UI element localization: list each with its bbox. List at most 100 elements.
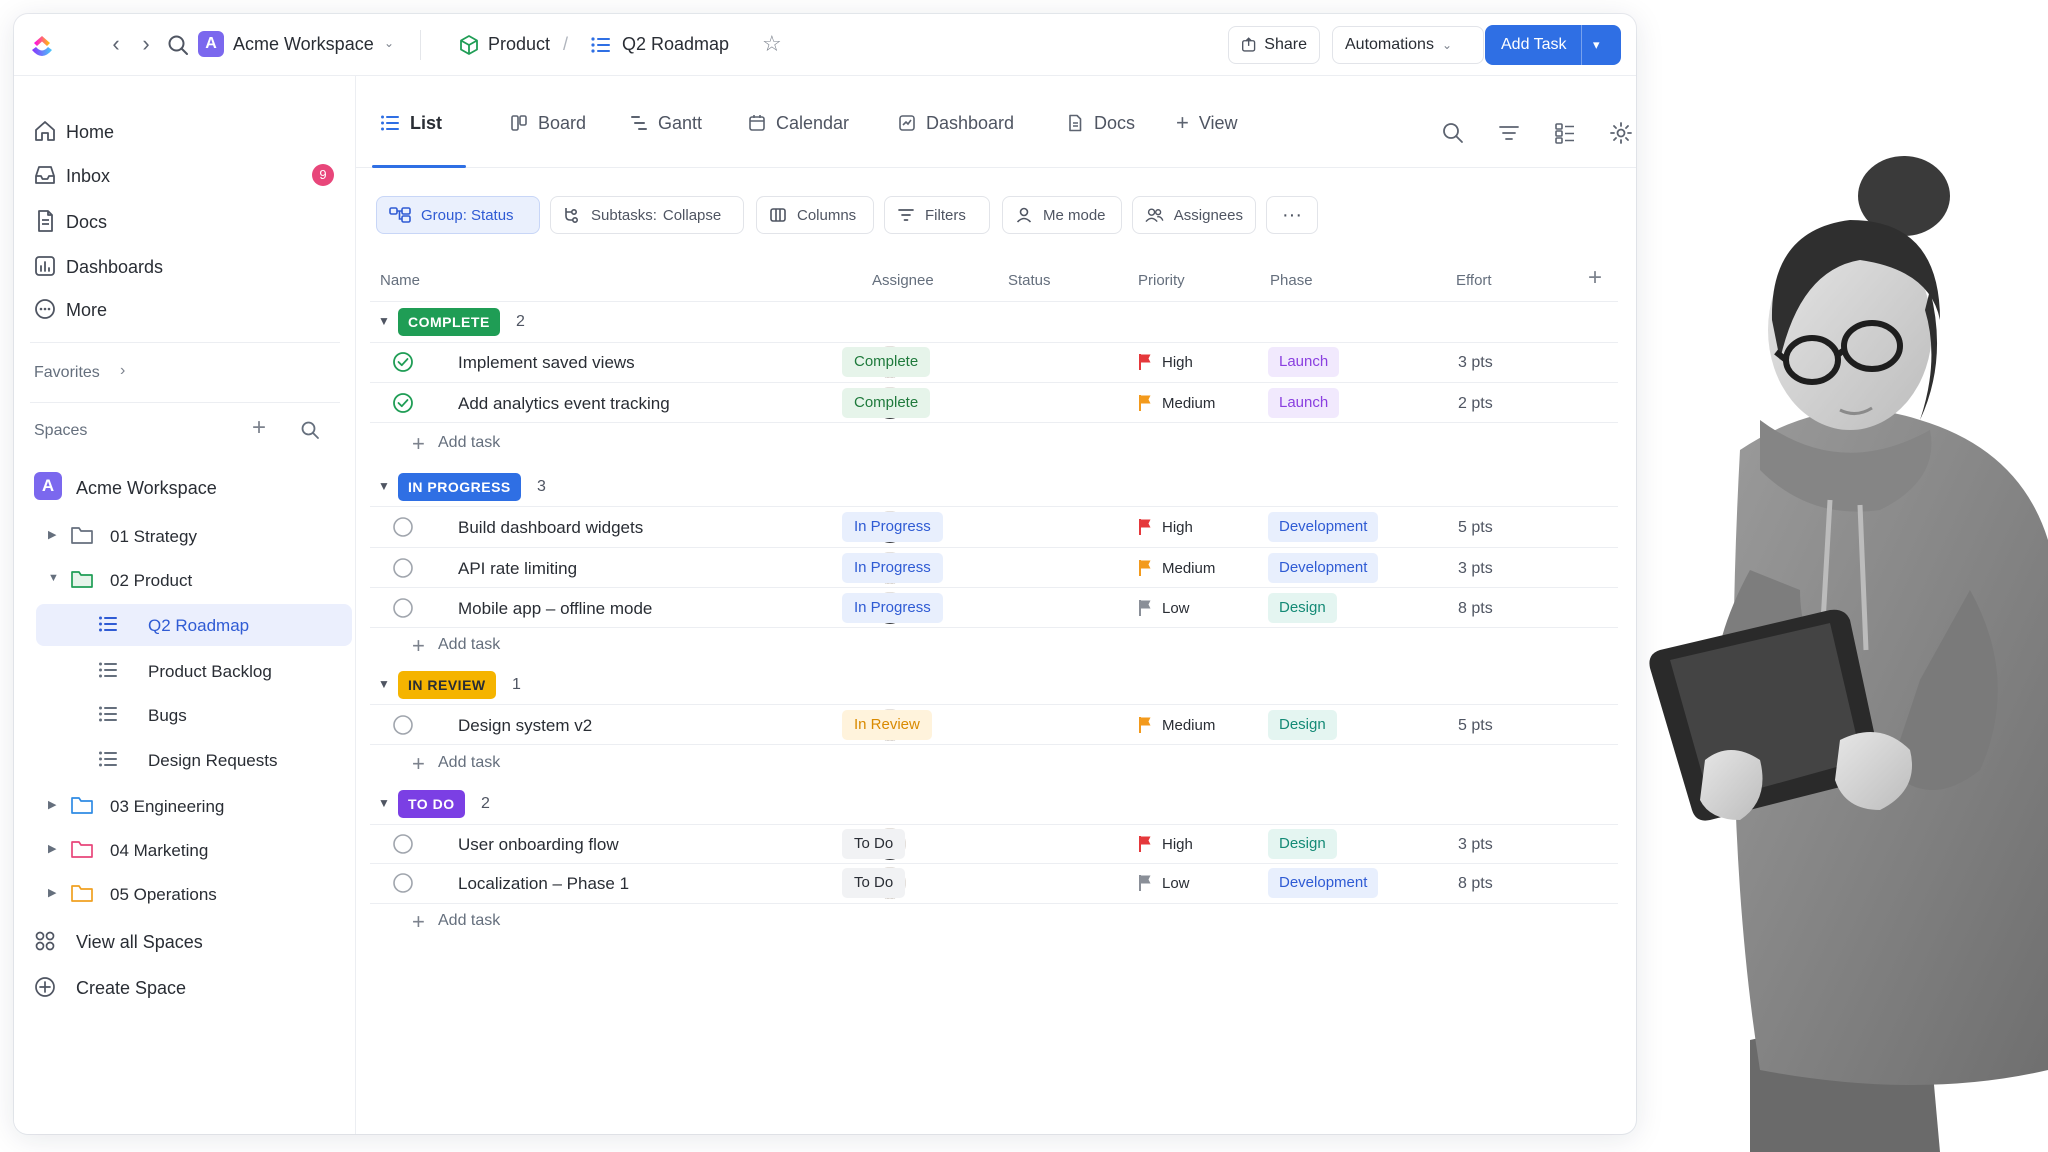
folder-04-marketing[interactable]: ▶ 04 Marketing	[14, 830, 356, 870]
effort-value[interactable]: 8 pts	[1458, 875, 1493, 893]
automations-button[interactable]: Automations ⌄	[1332, 26, 1484, 64]
task-name[interactable]: Localization – Phase 1	[458, 874, 629, 894]
phase-pill[interactable]: Development	[1268, 512, 1379, 542]
task-name[interactable]: User onboarding flow	[458, 835, 619, 855]
task-name[interactable]: Implement saved views	[458, 353, 635, 373]
status-pill[interactable]: In Progress	[842, 512, 943, 542]
priority-label[interactable]: High	[1162, 354, 1193, 371]
column-header-effort[interactable]: Effort	[1456, 272, 1492, 289]
add-task-dropdown-icon[interactable]: ▾	[1593, 37, 1600, 53]
sidebar-list-product-backlog[interactable]: Product Backlog	[36, 650, 352, 692]
group-collapse-icon[interactable]: ▼	[378, 479, 390, 493]
search-spaces-icon[interactable]	[300, 420, 320, 440]
task-complete-check-icon[interactable]	[392, 351, 414, 373]
chevron-right-icon[interactable]: ▶	[48, 528, 56, 541]
create-space-button[interactable]: Create Space	[14, 968, 356, 1006]
tab-add-view[interactable]: + View	[1176, 110, 1238, 136]
more-options-button[interactable]: ···	[1266, 196, 1318, 234]
tab-dashboard[interactable]: Dashboard	[898, 110, 1014, 136]
space-acme-workspace[interactable]: Acme Workspace	[76, 478, 217, 499]
column-header-assignee[interactable]: Assignee	[872, 272, 934, 289]
effort-value[interactable]: 8 pts	[1458, 600, 1493, 618]
column-header-status[interactable]: Status	[1008, 272, 1051, 289]
column-header-priority[interactable]: Priority	[1138, 272, 1185, 289]
group-collapse-icon[interactable]: ▼	[378, 314, 390, 328]
tab-calendar[interactable]: Calendar	[748, 110, 849, 136]
effort-value[interactable]: 5 pts	[1458, 717, 1493, 735]
task-status-circle-icon[interactable]	[392, 557, 414, 579]
me-mode-chip[interactable]: Me mode	[1002, 196, 1122, 234]
chevron-right-icon[interactable]: ▶	[48, 886, 56, 899]
priority-label[interactable]: High	[1162, 519, 1193, 536]
sidebar-item-dashboards[interactable]: Dashboards	[14, 247, 356, 285]
folder-02-product[interactable]: ▼ 02 Product	[14, 560, 356, 600]
tab-board[interactable]: Board	[510, 110, 586, 136]
task-status-circle-icon[interactable]	[392, 872, 414, 894]
phase-pill[interactable]: Launch	[1268, 347, 1340, 377]
group-collapse-icon[interactable]: ▼	[378, 796, 390, 810]
search-icon[interactable]	[166, 33, 190, 57]
effort-value[interactable]: 3 pts	[1458, 354, 1493, 372]
task-status-circle-icon[interactable]	[392, 714, 414, 736]
task-name[interactable]: Add analytics event tracking	[458, 394, 670, 414]
view-all-spaces-link[interactable]: View all Spaces	[14, 922, 356, 960]
assignees-chip[interactable]: Assignees	[1132, 196, 1256, 234]
subtasks-chip[interactable]: Subtasks: Collapse	[550, 196, 744, 234]
sidebar-item-inbox[interactable]: Inbox 9	[14, 156, 356, 194]
task-name[interactable]: API rate limiting	[458, 559, 577, 579]
task-status-circle-icon[interactable]	[392, 833, 414, 855]
add-task-row[interactable]: + Add task	[412, 633, 500, 658]
status-pill[interactable]: In Progress	[842, 553, 943, 583]
add-space-icon[interactable]: +	[252, 414, 266, 442]
effort-value[interactable]: 2 pts	[1458, 395, 1493, 413]
status-pill[interactable]: Complete	[842, 388, 931, 418]
task-name[interactable]: Mobile app – offline mode	[458, 599, 652, 619]
priority-label[interactable]: Low	[1162, 600, 1190, 617]
priority-label[interactable]: Medium	[1162, 395, 1215, 412]
tab-list[interactable]: List	[380, 110, 442, 136]
phase-pill[interactable]: Development	[1268, 553, 1379, 583]
task-complete-check-icon[interactable]	[392, 392, 414, 414]
effort-value[interactable]: 3 pts	[1458, 560, 1493, 578]
breadcrumb-product[interactable]: Product	[488, 34, 550, 55]
chevron-right-icon[interactable]: ▶	[48, 798, 56, 811]
phase-pill[interactable]: Design	[1268, 829, 1337, 859]
column-header-name[interactable]: Name	[380, 272, 420, 289]
phase-pill[interactable]: Launch	[1268, 388, 1340, 418]
group-status-pill[interactable]: TO DO	[398, 790, 465, 818]
priority-label[interactable]: High	[1162, 836, 1193, 853]
status-pill[interactable]: Complete	[842, 347, 931, 377]
phase-pill[interactable]: Design	[1268, 593, 1337, 623]
add-task-button[interactable]: Add Task ▾	[1485, 25, 1621, 65]
tab-docs[interactable]: Docs	[1066, 110, 1135, 136]
search-icon[interactable]	[1440, 120, 1466, 146]
status-pill[interactable]: To Do	[842, 829, 906, 859]
space-badge[interactable]: A	[34, 472, 62, 500]
breadcrumb-q2-roadmap[interactable]: Q2 Roadmap	[622, 34, 729, 55]
priority-label[interactable]: Medium	[1162, 560, 1215, 577]
sidebar-item-home[interactable]: Home	[14, 112, 356, 150]
add-task-row[interactable]: + Add task	[412, 751, 500, 776]
sidebar-item-more[interactable]: More	[14, 290, 356, 328]
task-name[interactable]: Design system v2	[458, 716, 592, 736]
app-logo-icon[interactable]	[28, 31, 56, 59]
folder-05-operations[interactable]: ▶ 05 Operations	[14, 874, 356, 914]
status-pill[interactable]: To Do	[842, 868, 906, 898]
task-status-circle-icon[interactable]	[392, 597, 414, 619]
task-name[interactable]: Build dashboard widgets	[458, 518, 643, 538]
workspace-badge[interactable]: A	[198, 31, 224, 57]
folder-03-engineering[interactable]: ▶ 03 Engineering	[14, 786, 356, 826]
priority-label[interactable]: Low	[1162, 875, 1190, 892]
task-status-circle-icon[interactable]	[392, 516, 414, 538]
favorite-star-icon[interactable]: ☆	[762, 31, 782, 57]
group-status-pill[interactable]: COMPLETE	[398, 308, 500, 336]
columns-chip[interactable]: Columns	[756, 196, 874, 234]
sidebar-list-q2-roadmap[interactable]: Q2 Roadmap	[36, 604, 352, 646]
back-icon[interactable]: ‹	[104, 33, 128, 57]
folder-01-strategy[interactable]: ▶ 01 Strategy	[14, 516, 356, 556]
effort-value[interactable]: 5 pts	[1458, 519, 1493, 537]
chevron-right-icon[interactable]: ›	[120, 362, 125, 380]
phase-pill[interactable]: Development	[1268, 868, 1379, 898]
sidebar-list-bugs[interactable]: Bugs	[36, 694, 352, 736]
column-header-phase[interactable]: Phase	[1270, 272, 1313, 289]
